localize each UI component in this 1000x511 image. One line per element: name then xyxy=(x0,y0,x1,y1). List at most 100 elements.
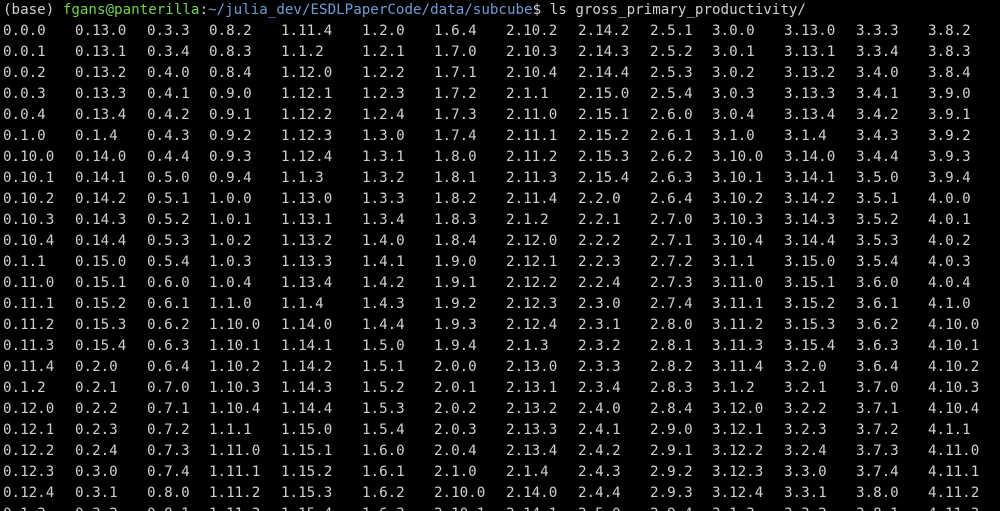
directory-entry: 2.1.3 xyxy=(506,338,549,354)
directory-entry: 2.15.1 xyxy=(578,107,630,123)
directory-entry: 1.7.2 xyxy=(434,86,477,102)
directory-entry: 2.6.4 xyxy=(650,191,693,207)
directory-entry: 4.11.3 xyxy=(928,504,1000,511)
directory-entry: 3.12.1 xyxy=(712,422,764,438)
directory-entry: 2.2.3 xyxy=(578,254,621,270)
directory-entry: 3.9.3 xyxy=(928,149,971,165)
directory-entry: 2.7.4 xyxy=(650,296,693,312)
directory-entry: 1.4.3 xyxy=(362,296,405,312)
directory-entry: 2.0.0 xyxy=(434,359,477,375)
directory-entry: 2.15.3 xyxy=(578,149,630,165)
prompt-symbol: $ xyxy=(532,2,542,18)
directory-entry: 0.3.4 xyxy=(147,44,190,60)
directory-entry: 3.0.2 xyxy=(712,65,755,81)
directory-entry: 3.14.1 xyxy=(784,170,836,186)
directory-entry: 1.14.2 xyxy=(281,359,333,375)
directory-entry: 1.9.0 xyxy=(434,254,477,270)
directory-entry: 4.11.0 xyxy=(928,443,980,459)
directory-entry: 0.10.4 xyxy=(3,233,55,249)
directory-entry: 2.11.3 xyxy=(506,170,558,186)
listing-row: 0.12.2 0.2.4 0.7.3 1.11.0 1.15.1 1.6.0 2.0.4 2.… xyxy=(3,441,1000,462)
directory-entry: 1.7.3 xyxy=(434,107,477,123)
directory-entry: 3.5.3 xyxy=(856,233,899,249)
listing-row: 0.11.0 0.15.1 0.6.0 1.0.4 1.13.4 1.4.2 1.9.1 2.… xyxy=(3,273,1000,294)
directory-entry: 2.4.2 xyxy=(578,443,621,459)
directory-entry: 1.12.3 xyxy=(281,128,333,144)
directory-entry: 0.1.0 xyxy=(3,128,46,144)
directory-entry: 3.3.3 xyxy=(856,23,899,39)
directory-entry: 3.4.2 xyxy=(856,107,899,123)
terminal-window[interactable]: (base) fgans@panterilla:~/julia_dev/ESDL… xyxy=(0,0,1000,511)
directory-entry: 0.6.3 xyxy=(147,338,190,354)
directory-entry: 1.3.1 xyxy=(362,149,405,165)
directory-entry: 3.15.3 xyxy=(784,317,836,333)
directory-entry: 1.5.0 xyxy=(362,338,405,354)
directory-entry: 2.14.1 xyxy=(506,504,578,511)
directory-entry: 0.10.1 xyxy=(3,170,55,186)
directory-entry: 1.10.2 xyxy=(209,359,261,375)
directory-entry: 0.3.1 xyxy=(75,485,118,501)
directory-entry: 0.3.0 xyxy=(75,464,118,480)
directory-entry: 3.6.3 xyxy=(856,338,899,354)
directory-entry: 2.3.0 xyxy=(578,296,621,312)
directory-entry: 3.5.2 xyxy=(856,212,899,228)
directory-entry: 1.5.4 xyxy=(362,422,405,438)
directory-entry: 2.0.4 xyxy=(434,443,477,459)
directory-entry: 1.8.1 xyxy=(434,170,477,186)
listing-row: 0.0.2 0.13.2 0.4.0 0.8.4 1.12.0 1.2.2 1.7.1 2.1… xyxy=(3,63,1000,84)
directory-entry: 2.4.1 xyxy=(578,422,621,438)
directory-entry: 1.0.3 xyxy=(209,254,252,270)
directory-entry: 1.4.1 xyxy=(362,254,405,270)
directory-entry: 1.6.3 xyxy=(362,504,434,511)
directory-entry: 1.10.4 xyxy=(209,401,261,417)
directory-entry: 3.14.4 xyxy=(784,233,836,249)
directory-entry: 3.6.2 xyxy=(856,317,899,333)
directory-entry: 3.6.1 xyxy=(856,296,899,312)
directory-entry: 3.11.4 xyxy=(712,359,764,375)
directory-entry: 2.12.2 xyxy=(506,275,558,291)
directory-entry: 0.9.0 xyxy=(209,86,252,102)
directory-entry: 0.2.0 xyxy=(75,359,118,375)
directory-entry: 1.9.3 xyxy=(434,317,477,333)
directory-entry: 2.7.3 xyxy=(650,275,693,291)
directory-entry: 0.12.4 xyxy=(3,485,55,501)
directory-entry: 3.2.2 xyxy=(784,401,827,417)
directory-entry: 0.4.0 xyxy=(147,65,190,81)
directory-entry: 4.11.1 xyxy=(928,464,980,480)
directory-entry: 3.9.1 xyxy=(928,107,971,123)
listing-row: 0.12.3 0.3.0 0.7.4 1.11.1 1.15.2 1.6.1 2.1.0 2.… xyxy=(3,462,1000,483)
directory-entry: 1.6.0 xyxy=(362,443,405,459)
directory-entry: 3.5.1 xyxy=(856,191,899,207)
directory-entry: 2.13.1 xyxy=(506,380,558,396)
directory-entry: 3.13.2 xyxy=(784,65,836,81)
directory-entry: 1.12.4 xyxy=(281,149,333,165)
directory-entry: 3.1.2 xyxy=(712,380,755,396)
directory-entry: 4.10.4 xyxy=(928,401,980,417)
directory-entry: 1.15.0 xyxy=(281,422,333,438)
directory-entry: 0.13.2 xyxy=(75,65,127,81)
directory-entry: 3.2.0 xyxy=(784,359,827,375)
directory-entry: 1.8.0 xyxy=(434,149,477,165)
directory-entry: 0.6.4 xyxy=(147,359,190,375)
directory-entry: 1.2.1 xyxy=(362,44,405,60)
directory-entry: 2.3.2 xyxy=(578,338,621,354)
directory-entry: 0.0.4 xyxy=(3,107,46,123)
directory-entry: 0.10.3 xyxy=(3,212,55,228)
directory-entry: 2.6.0 xyxy=(650,107,693,123)
listing-row: 0.12.1 0.2.3 0.7.2 1.1.1 1.15.0 1.5.4 2.0.3 2.1… xyxy=(3,420,1000,441)
directory-entry: 0.13.0 xyxy=(75,23,127,39)
directory-entry: 0.7.1 xyxy=(147,401,190,417)
directory-entry: 0.0.2 xyxy=(3,65,46,81)
directory-entry: 0.2.4 xyxy=(75,443,118,459)
directory-entry: 2.13.0 xyxy=(506,359,558,375)
directory-entry: 1.12.1 xyxy=(281,86,333,102)
directory-entry: 0.0.1 xyxy=(3,44,46,60)
directory-entry: 1.13.0 xyxy=(281,191,333,207)
directory-entry: 3.6.4 xyxy=(856,359,899,375)
directory-entry: 0.0.0 xyxy=(3,23,46,39)
directory-entry: 0.0.3 xyxy=(3,86,46,102)
directory-entry: 2.0.1 xyxy=(434,380,477,396)
directory-entry: 0.14.1 xyxy=(75,170,127,186)
directory-entry: 0.1.2 xyxy=(3,380,46,396)
listing-row: 0.1.2 0.2.1 0.7.0 1.10.3 1.14.3 1.5.2 2.0.1 2.1… xyxy=(3,378,1000,399)
